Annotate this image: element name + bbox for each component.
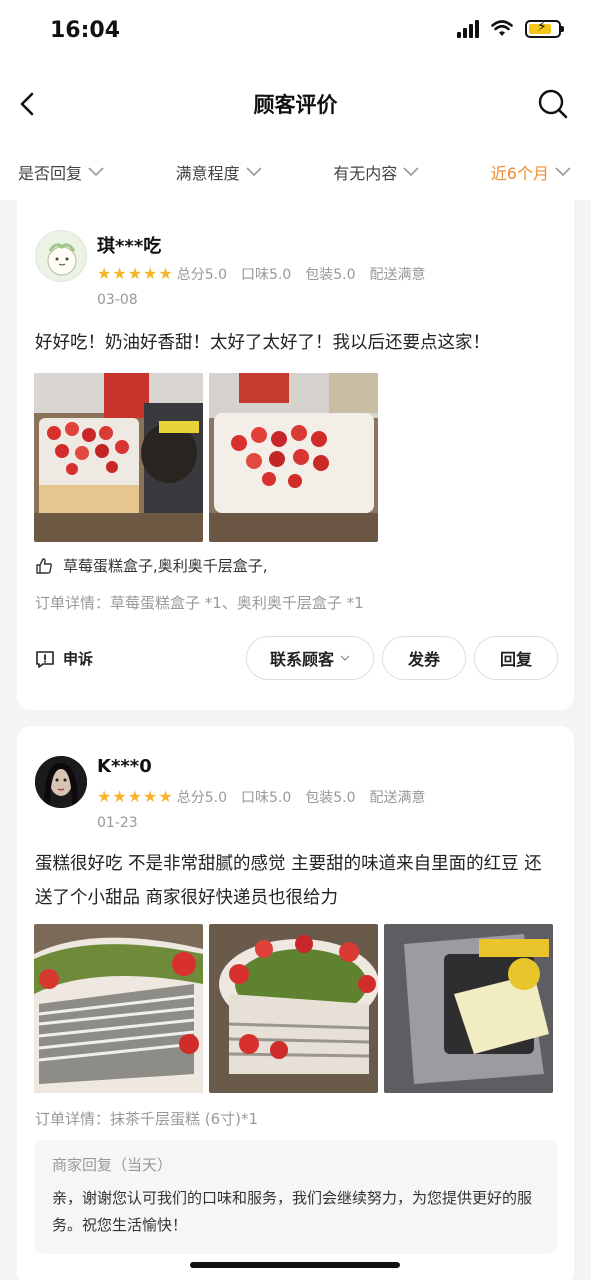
star-icon: ★ xyxy=(143,264,158,283)
filter-has-content[interactable]: 有无内容 xyxy=(333,160,419,184)
chevron-down-icon xyxy=(340,655,350,661)
username: K***0 xyxy=(97,756,152,777)
order-detail: 订单详情：草莓蛋糕盒子 *1、奥利奥千层盒子 *1 xyxy=(35,594,364,612)
delivery-rating: 配送满意 xyxy=(369,790,426,806)
review-text: 好好吃！奶油好香甜！太好了太好了！我以后还要点这家！ xyxy=(35,333,490,353)
rating-row: ★ ★ ★ ★ ★ 总分5.0 口味5.0 包装5.0 配送满意 xyxy=(97,787,440,807)
review-photo[interactable] xyxy=(34,924,203,1093)
order-detail: 订单详情：抹茶千层蛋糕 (6寸)*1 xyxy=(35,1110,259,1128)
packaging-score: 包装5.0 xyxy=(305,267,356,283)
star-icon: ★ xyxy=(127,264,143,283)
taste-score: 口味5.0 xyxy=(240,267,292,283)
status-time: 16:04 xyxy=(50,18,121,43)
chevron-down-icon xyxy=(403,167,419,177)
review-date: 01-23 xyxy=(97,815,138,831)
review-photos xyxy=(34,373,378,542)
star-icon: ★ xyxy=(143,787,158,806)
star-icon: ★ xyxy=(112,787,127,806)
status-icons: ⚡ xyxy=(457,19,564,38)
avatar[interactable] xyxy=(35,756,87,808)
filter-satisfaction[interactable]: 满意程度 xyxy=(176,160,262,184)
avatar[interactable] xyxy=(35,230,87,282)
contact-customer-button[interactable]: 联系顾客 xyxy=(246,636,374,680)
review-photo[interactable] xyxy=(209,924,378,1093)
review-card: K***0 ★ ★ ★ ★ ★ 总分5.0 口味5.0 包装5.0 配送满意 01-23… xyxy=(17,726,574,1280)
alert-icon xyxy=(36,650,54,668)
home-indicator xyxy=(190,1262,400,1268)
merchant-reply: 商家回复（当天） 亲，谢谢您认可我们的口味和服务，我们会继续努力，为您提供更好的… xyxy=(34,1140,557,1254)
taste-score: 口味5.0 xyxy=(240,790,292,806)
star-rating: ★ ★ ★ ★ ★ xyxy=(97,266,173,282)
chevron-down-icon xyxy=(555,167,571,177)
complain-button[interactable]: 申诉 xyxy=(35,648,93,669)
status-bar: 16:04 ⚡ xyxy=(0,0,591,64)
merchant-reply-label: 商家回复（当天） xyxy=(52,1156,173,1174)
star-icon: ★ xyxy=(112,264,127,283)
reply-button[interactable]: 回复 xyxy=(474,636,558,680)
merchant-reply-text: 亲，谢谢您认可我们的口味和服务，我们会继续努力，为您提供更好的服务。祝您生活愉快… xyxy=(52,1189,533,1234)
star-icon: ★ xyxy=(158,264,173,283)
battery-icon: ⚡ xyxy=(525,19,564,38)
complain-label: 申诉 xyxy=(63,650,94,668)
thumbs-up-icon xyxy=(36,557,52,574)
overall-score: 总分5.0 xyxy=(176,790,227,806)
star-icon: ★ xyxy=(97,264,112,283)
review-text: 蛋糕很好吃 不是非常甜腻的感觉 主要甜的味道来自里面的红豆 还送了个小甜品 商家… xyxy=(35,854,542,908)
review-date: 03-08 xyxy=(97,292,138,308)
filter-reply-status[interactable]: 是否回复 xyxy=(18,160,104,184)
rating-row: ★ ★ ★ ★ ★ 总分5.0 口味5.0 包装5.0 配送满意 xyxy=(97,264,440,284)
packaging-score: 包装5.0 xyxy=(305,790,356,806)
review-photos xyxy=(34,924,553,1093)
filter-label: 是否回复 xyxy=(18,164,83,183)
star-icon: ★ xyxy=(127,787,143,806)
review-card: 琪***吃 ★ ★ ★ ★ ★ 总分5.0 口味5.0 包装5.0 配送满意 03-08… xyxy=(17,200,574,710)
review-photo[interactable] xyxy=(209,373,378,542)
send-coupon-button[interactable]: 发券 xyxy=(382,636,466,680)
star-rating: ★ ★ ★ ★ ★ xyxy=(97,789,173,805)
search-icon[interactable] xyxy=(537,88,569,120)
liked-items: 草莓蛋糕盒子,奥利奥千层盒子, xyxy=(63,557,268,575)
button-label: 联系顾客 xyxy=(269,650,334,669)
star-icon: ★ xyxy=(97,787,112,806)
review-actions: 联系顾客 发券 回复 xyxy=(246,636,558,680)
filter-time-range[interactable]: 近6个月 xyxy=(491,160,571,184)
signal-icon xyxy=(457,20,479,38)
review-photo[interactable] xyxy=(384,924,553,1093)
nav-bar: 顾客评价 xyxy=(0,64,591,144)
username: 琪***吃 xyxy=(97,236,162,257)
chevron-down-icon xyxy=(246,167,262,177)
chevron-down-icon xyxy=(88,167,104,177)
filter-label: 近6个月 xyxy=(490,164,549,183)
page-title: 顾客评价 xyxy=(253,93,338,117)
filter-label: 满意程度 xyxy=(175,164,240,183)
liked-items-row: 草莓蛋糕盒子,奥利奥千层盒子, xyxy=(35,555,268,576)
filter-bar: 是否回复 满意程度 有无内容 近6个月 xyxy=(0,144,591,200)
star-icon: ★ xyxy=(158,787,173,806)
overall-score: 总分5.0 xyxy=(176,267,227,283)
wifi-icon xyxy=(491,20,513,36)
review-photo[interactable] xyxy=(34,373,203,542)
delivery-rating: 配送满意 xyxy=(369,267,426,283)
filter-label: 有无内容 xyxy=(333,164,398,183)
